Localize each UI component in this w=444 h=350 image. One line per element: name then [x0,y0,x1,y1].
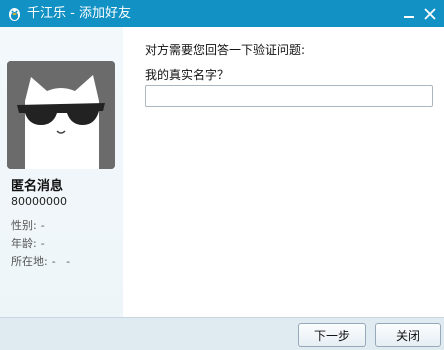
qq-penguin-icon [9,8,20,21]
close-icon [424,7,436,20]
next-step-button[interactable]: 下一步 [298,323,366,347]
info-location: 所在地: - - [11,253,70,269]
info-value: - - [51,255,71,268]
info-age: 年龄: - [11,235,45,251]
sunglasses-cat-avatar-icon [7,61,115,169]
nickname: 匿名消息 [11,179,64,194]
close-window-button[interactable] [414,0,444,27]
close-button[interactable]: 关闭 [375,323,441,347]
info-gender: 性别: - [11,217,45,233]
info-value: - [40,237,45,250]
title-bar: 千江乐 - 添加好友 [0,0,444,27]
qq-number: 80000000 [11,195,67,208]
avatar [7,61,115,169]
answer-input[interactable] [145,85,433,107]
minimize-icon [404,15,414,18]
footer-bar: 下一步 关闭 [0,317,444,350]
info-label: 所在地: [11,255,48,268]
verification-prompt: 对方需要您回答一下验证问题: [145,43,306,57]
info-label: 年龄: [11,237,37,250]
window-title: 千江乐 - 添加好友 [27,6,131,21]
verification-question: 我的真实名字？ [145,68,230,82]
info-label: 性别: [11,219,37,232]
info-value: - [40,219,45,232]
